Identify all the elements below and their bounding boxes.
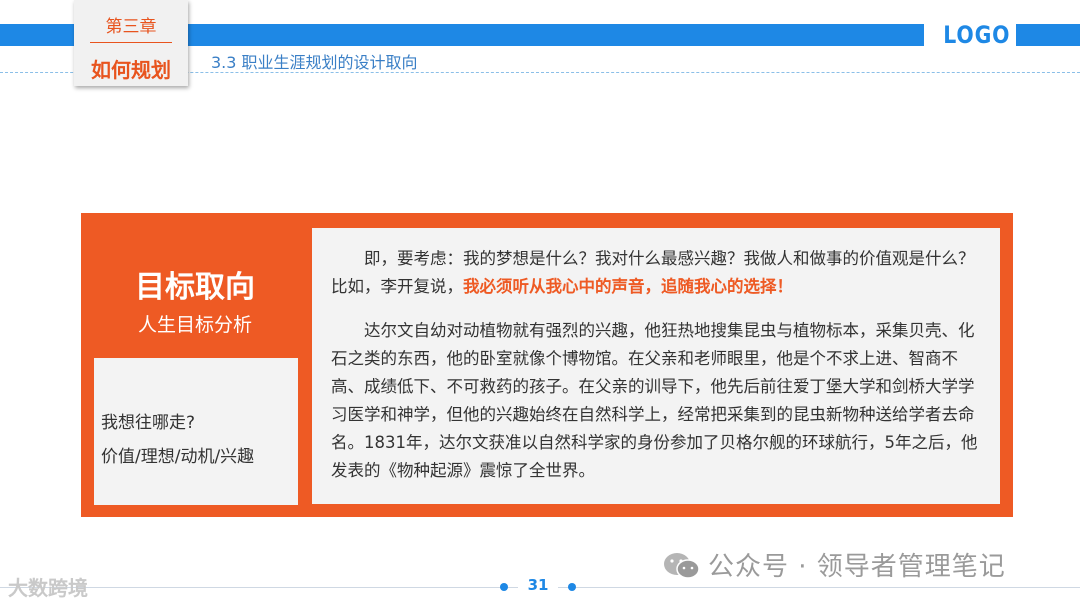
footer-dot-left xyxy=(500,583,508,591)
chapter-title: 如何规划 xyxy=(91,58,171,82)
paragraph-darwin: 达尔文自幼对动植物就有强烈的兴趣，他狂热地搜集昆虫与植物标本，采集贝壳、化石之类… xyxy=(331,321,978,480)
page-number: 31 xyxy=(518,576,558,594)
main-text-box: 即，要考虑：我的梦想是什么？我对什么最感兴趣？我做人和做事的价值观是什么？比如，… xyxy=(312,228,1000,504)
source-watermark: 大数跨境 xyxy=(8,576,88,600)
goal-orientation-card: 目标取向 人生目标分析 我想往哪走? 价值/理想/动机/兴趣 即，要考虑：我的梦… xyxy=(81,213,1013,517)
highlight-quote: 我必须听从我心中的声音，追随我心的选择！ xyxy=(463,277,793,296)
section-title: 3.3 职业生涯规划的设计取向 xyxy=(211,53,418,72)
side-keywords: 价值/理想/动机/兴趣 xyxy=(101,447,255,467)
logo: LOGO xyxy=(943,21,1011,49)
side-question: 我想往哪走? xyxy=(101,413,196,433)
card-subtitle: 人生目标分析 xyxy=(137,314,252,336)
chapter-number: 第三章 xyxy=(105,17,157,37)
card-title: 目标取向 xyxy=(135,270,255,305)
side-question-box: 我想往哪走? 价值/理想/动机/兴趣 xyxy=(94,358,298,505)
chapter-separator xyxy=(90,42,172,43)
paragraph-intro: 即，要考虑：我的梦想是什么？我对什么最感兴趣？我做人和做事的价值观是什么？比如，… xyxy=(331,245,981,301)
footer-dot-right xyxy=(568,583,576,591)
wechat-icon xyxy=(664,553,700,579)
chapter-tab: 第三章 如何规划 xyxy=(74,0,188,86)
watermark-text: 公众号 · 领导者管理笔记 xyxy=(708,552,1006,582)
header-bar-right xyxy=(1016,24,1080,46)
